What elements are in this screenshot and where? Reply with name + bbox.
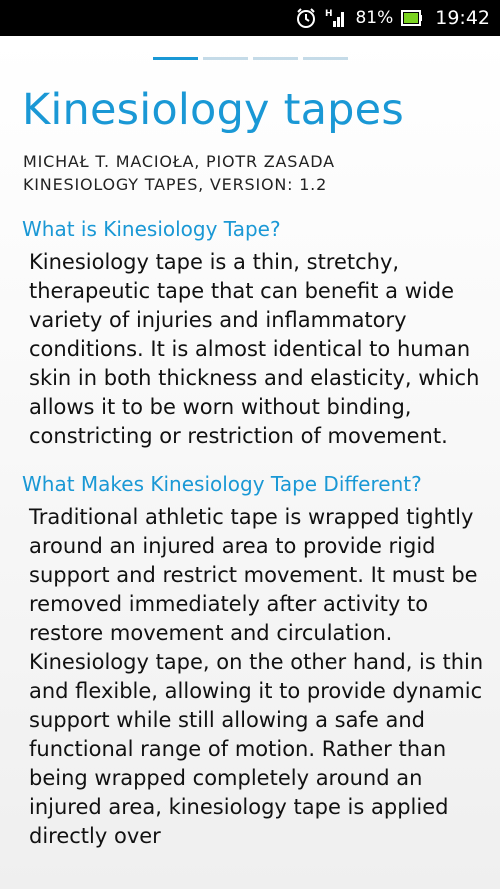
page-indicator-dot-1 [152, 57, 198, 60]
clock: 19:42 [435, 7, 490, 29]
alarm-icon [295, 7, 317, 29]
section-heading-different: What Makes Kinesiology Tape Different? [22, 472, 422, 496]
page-indicator-dot-2 [202, 57, 248, 60]
page-indicator [0, 36, 500, 61]
section-heading-what-is: What is Kinesiology Tape? [22, 217, 281, 241]
section-body-different: Traditional athletic tape is wrapped tig… [29, 505, 484, 848]
signal-icon: H [325, 7, 347, 29]
page-indicator-dot-4 [302, 57, 348, 60]
version-line: KINESIOLOGY TAPES, VERSION: 1.2 [23, 175, 328, 194]
section-body-what-is: Kinesiology tape is a thin, stretchy, th… [29, 250, 480, 448]
article-meta: MICHAŁ T. MACIOŁA, PIOTR ZASADA KINESIOL… [23, 150, 500, 196]
svg-text:H: H [325, 9, 333, 19]
status-bar: H 81% 19:42 [0, 0, 500, 36]
article-view[interactable]: Kinesiology tapes MICHAŁ T. MACIOŁA, PIO… [0, 36, 500, 889]
page-indicator-dot-3 [252, 57, 298, 60]
page-title: Kinesiology tapes [22, 85, 404, 135]
battery-percent: 81% [355, 8, 394, 28]
battery-icon [401, 8, 423, 28]
authors-line: MICHAŁ T. MACIOŁA, PIOTR ZASADA [23, 152, 335, 171]
